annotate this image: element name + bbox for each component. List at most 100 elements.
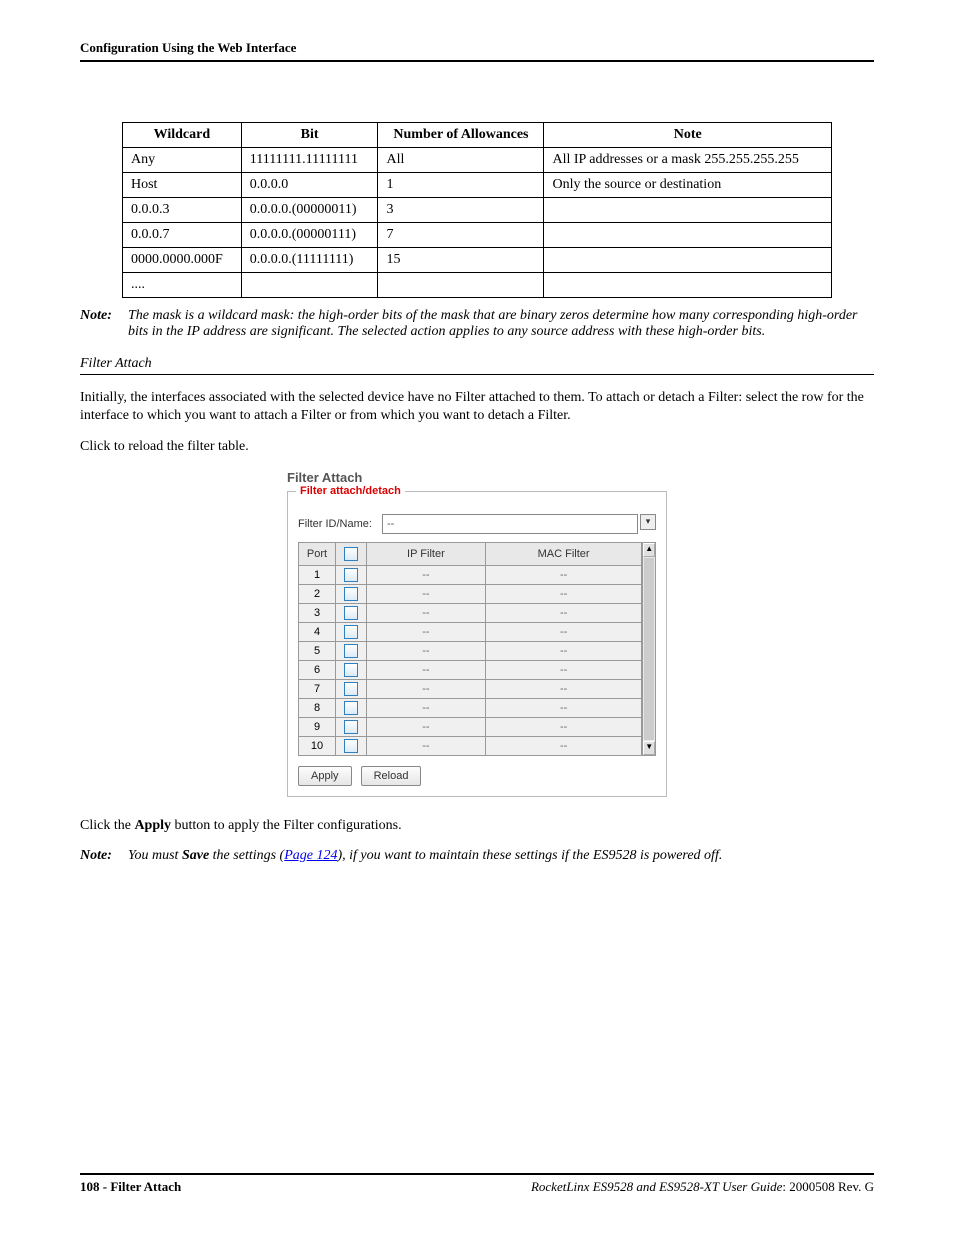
reload-button[interactable]: Reload (361, 766, 422, 786)
apply-button[interactable]: Apply (298, 766, 352, 786)
table-cell (544, 273, 832, 298)
note2-post: ), if you want to maintain these setting… (337, 848, 722, 863)
table-cell: 0.0.0.0.(00000111) (241, 223, 378, 248)
checkbox-icon[interactable] (344, 663, 358, 677)
table-cell: 11111111.11111111 (241, 148, 378, 173)
ipfilter-cell: -- (367, 565, 486, 584)
table-row[interactable]: 7 ---- (299, 679, 642, 698)
port-cell: 1 (299, 565, 336, 584)
checkbox-icon[interactable] (344, 739, 358, 753)
table-row[interactable]: 6 ---- (299, 660, 642, 679)
table-cell: 7 (378, 223, 544, 248)
table-cell (241, 273, 378, 298)
scroll-thumb[interactable] (644, 558, 654, 740)
wildcard-th-allow: Number of Allowances (378, 123, 544, 148)
macfilter-cell: -- (485, 679, 642, 698)
macfilter-cell: -- (485, 717, 642, 736)
fieldset: Filter attach/detach Filter ID/Name: -- … (287, 491, 667, 797)
port-table: Port IP Filter MAC Filter 1----2----3---… (298, 542, 642, 756)
table-cell: All (378, 148, 544, 173)
table-row[interactable]: 4 ---- (299, 622, 642, 641)
checkbox-cell[interactable] (336, 641, 367, 660)
checkbox-cell[interactable] (336, 660, 367, 679)
port-cell: 6 (299, 660, 336, 679)
chevron-down-icon[interactable]: ▾ (640, 514, 656, 530)
note2-label: Note: (80, 848, 122, 864)
table-row[interactable]: 2---- (299, 584, 642, 603)
table-cell: 0.0.0.0.(00000011) (241, 198, 378, 223)
table-cell (378, 273, 544, 298)
port-cell: 3 (299, 603, 336, 622)
table-cell: .... (123, 273, 242, 298)
macfilter-cell: -- (485, 641, 642, 660)
ipfilter-cell: -- (367, 679, 486, 698)
checkbox-icon[interactable] (344, 606, 358, 620)
checkbox-cell[interactable] (336, 622, 367, 641)
table-cell: 1 (378, 173, 544, 198)
ui-title: Filter Attach (287, 470, 667, 485)
table-row[interactable]: 8---- (299, 698, 642, 717)
checkbox-icon[interactable] (344, 587, 358, 601)
ipfilter-cell: -- (367, 660, 486, 679)
checkbox-icon[interactable] (344, 720, 358, 734)
footer-left: 108 - Filter Attach (80, 1179, 181, 1195)
table-cell: Host (123, 173, 242, 198)
checkbox-icon[interactable] (344, 547, 358, 561)
filter-idname-input[interactable]: -- (382, 514, 638, 534)
note-text: The mask is a wildcard mask: the high-or… (128, 308, 874, 340)
macfilter-cell: -- (485, 565, 642, 584)
table-cell: 0000.0000.000F (123, 248, 242, 273)
note2-mid: the settings ( (209, 848, 284, 863)
table-row[interactable]: 9---- (299, 717, 642, 736)
page-footer: 108 - Filter Attach RocketLinx ES9528 an… (80, 1173, 874, 1195)
checkbox-cell[interactable] (336, 717, 367, 736)
checkbox-icon[interactable] (344, 644, 358, 658)
port-cell: 2 (299, 584, 336, 603)
scroll-up-icon[interactable]: ▲ (643, 543, 655, 557)
table-cell: Any (123, 148, 242, 173)
macfilter-cell: -- (485, 660, 642, 679)
scroll-down-icon[interactable]: ▼ (643, 741, 655, 755)
table-cell: 0.0.0.0.(11111111) (241, 248, 378, 273)
checkbox-cell[interactable] (336, 698, 367, 717)
scrollbar[interactable]: ▲ ▼ (642, 542, 656, 756)
table-cell (544, 223, 832, 248)
port-cell: 4 (299, 622, 336, 641)
ipfilter-cell: -- (367, 698, 486, 717)
checkbox-cell[interactable] (336, 679, 367, 698)
table-cell: 0.0.0.7 (123, 223, 242, 248)
checkbox-cell[interactable] (336, 603, 367, 622)
checkbox-icon[interactable] (344, 682, 358, 696)
table-cell: 0.0.0.3 (123, 198, 242, 223)
page-link[interactable]: Page 124 (284, 848, 337, 863)
wildcard-table: Wildcard Bit Number of Allowances Note A… (122, 122, 832, 298)
note2-text: You must Save the settings (Page 124), i… (128, 848, 874, 864)
filter-idname-label: Filter ID/Name: (298, 518, 372, 530)
port-cell: 9 (299, 717, 336, 736)
port-cell: 7 (299, 679, 336, 698)
table-row[interactable]: 1 ---- (299, 565, 642, 584)
footer-rev: : 2000508 Rev. G (782, 1179, 874, 1194)
note2-pre: You must (128, 848, 182, 863)
table-row[interactable]: 5---- (299, 641, 642, 660)
checkbox-cell[interactable] (336, 736, 367, 755)
note2-save: Save (182, 848, 209, 863)
ipfilter-cell: -- (367, 622, 486, 641)
table-row[interactable]: 10---- (299, 736, 642, 755)
checkbox-icon[interactable] (344, 625, 358, 639)
port-th-ip: IP Filter (367, 542, 486, 565)
checkbox-cell[interactable] (336, 565, 367, 584)
table-row[interactable]: 3---- (299, 603, 642, 622)
macfilter-cell: -- (485, 622, 642, 641)
checkbox-icon[interactable] (344, 701, 358, 715)
section-title: Filter Attach (80, 356, 874, 375)
table-cell (544, 198, 832, 223)
note-mask: Note: The mask is a wildcard mask: the h… (80, 308, 874, 340)
macfilter-cell: -- (485, 736, 642, 755)
fieldset-legend: Filter attach/detach (296, 485, 405, 497)
apply-pre: Click the (80, 818, 134, 833)
port-th-checkbox[interactable] (336, 542, 367, 565)
checkbox-cell[interactable] (336, 584, 367, 603)
checkbox-icon[interactable] (344, 568, 358, 582)
footer-right: RocketLinx ES9528 and ES9528-XT User Gui… (531, 1179, 874, 1195)
